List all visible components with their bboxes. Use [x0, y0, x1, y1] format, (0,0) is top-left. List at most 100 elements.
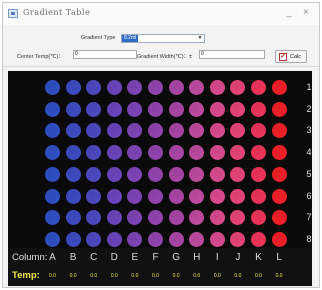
- well-F6[interactable]: [148, 188, 163, 204]
- well-G7[interactable]: [168, 210, 184, 226]
- well-F2[interactable]: [148, 101, 163, 117]
- close-button[interactable]: ×: [303, 7, 309, 19]
- well-I7[interactable]: [209, 210, 225, 226]
- well-H7[interactable]: [189, 210, 205, 226]
- well-C8[interactable]: [86, 231, 102, 247]
- well-A8[interactable]: [45, 231, 60, 247]
- well-D2[interactable]: [106, 101, 122, 117]
- well-E2[interactable]: [127, 101, 143, 117]
- well-F3[interactable]: [148, 123, 163, 139]
- gradient-width-input[interactable]: 0: [199, 50, 265, 59]
- well-D5[interactable]: [106, 166, 122, 182]
- well-J2[interactable]: [230, 101, 246, 117]
- well-K6[interactable]: [251, 188, 266, 204]
- well-F5[interactable]: [148, 166, 163, 182]
- well-J3[interactable]: [230, 123, 246, 139]
- well-G3[interactable]: [168, 123, 184, 139]
- well-J7[interactable]: [230, 210, 246, 226]
- well-E6[interactable]: [127, 188, 143, 204]
- well-B1[interactable]: [65, 80, 81, 95]
- well-A4[interactable]: [45, 145, 60, 161]
- well-D4[interactable]: [106, 145, 122, 161]
- well-K7[interactable]: [251, 210, 266, 226]
- well-H4[interactable]: [189, 145, 205, 161]
- well-L4[interactable]: [271, 145, 287, 161]
- well-J4[interactable]: [230, 145, 246, 161]
- well-D6[interactable]: [106, 188, 122, 204]
- well-J8[interactable]: [230, 231, 246, 247]
- well-J6[interactable]: [230, 188, 246, 204]
- center-temp-input[interactable]: 0: [73, 50, 137, 59]
- well-G6[interactable]: [168, 188, 184, 204]
- well-I6[interactable]: [209, 188, 225, 204]
- well-L3[interactable]: [271, 123, 287, 139]
- well-L6[interactable]: [271, 188, 287, 204]
- well-B8[interactable]: [65, 231, 81, 247]
- well-J1[interactable]: [230, 80, 246, 95]
- well-F7[interactable]: [148, 210, 163, 226]
- well-B5[interactable]: [65, 166, 81, 182]
- well-B6[interactable]: [65, 188, 81, 204]
- well-K1[interactable]: [251, 80, 266, 95]
- well-L7[interactable]: [271, 210, 287, 226]
- well-C3[interactable]: [86, 123, 102, 139]
- well-A5[interactable]: [45, 166, 60, 182]
- well-K2[interactable]: [251, 101, 266, 117]
- well-C1[interactable]: [86, 80, 102, 95]
- well-J5[interactable]: [230, 166, 246, 182]
- well-I3[interactable]: [209, 123, 225, 139]
- well-B2[interactable]: [65, 101, 81, 117]
- well-D3[interactable]: [106, 123, 122, 139]
- well-H2[interactable]: [189, 101, 205, 117]
- well-A7[interactable]: [45, 210, 60, 226]
- well-I1[interactable]: [209, 80, 225, 95]
- well-C5[interactable]: [86, 166, 102, 182]
- well-L5[interactable]: [271, 166, 287, 182]
- well-C7[interactable]: [86, 210, 102, 226]
- well-G1[interactable]: [168, 80, 184, 95]
- well-B7[interactable]: [65, 210, 81, 226]
- chevron-down-icon[interactable]: ▼: [196, 35, 204, 42]
- well-A3[interactable]: [45, 123, 60, 139]
- well-G2[interactable]: [168, 101, 184, 117]
- well-H6[interactable]: [189, 188, 205, 204]
- well-L2[interactable]: [271, 101, 287, 117]
- well-H3[interactable]: [189, 123, 205, 139]
- well-C2[interactable]: [86, 101, 102, 117]
- well-B4[interactable]: [65, 145, 81, 161]
- well-K4[interactable]: [251, 145, 266, 161]
- well-I4[interactable]: [209, 145, 225, 161]
- well-A1[interactable]: [45, 80, 60, 95]
- well-H8[interactable]: [189, 231, 205, 247]
- gradient-type-select[interactable]: 8.2ml ▼: [121, 34, 205, 43]
- calc-button[interactable]: ✓ Calc: [275, 50, 307, 63]
- minimize-button[interactable]: _: [286, 7, 292, 19]
- well-I2[interactable]: [209, 101, 225, 117]
- well-C6[interactable]: [86, 188, 102, 204]
- well-A6[interactable]: [45, 188, 60, 204]
- well-K3[interactable]: [251, 123, 266, 139]
- well-I5[interactable]: [209, 166, 225, 182]
- well-E7[interactable]: [127, 210, 143, 226]
- well-F1[interactable]: [148, 80, 163, 95]
- well-A2[interactable]: [45, 101, 60, 117]
- well-K8[interactable]: [251, 231, 266, 247]
- well-E5[interactable]: [127, 166, 143, 182]
- well-H5[interactable]: [189, 166, 205, 182]
- well-G4[interactable]: [168, 145, 184, 161]
- well-H1[interactable]: [189, 80, 205, 95]
- well-G5[interactable]: [168, 166, 184, 182]
- well-F8[interactable]: [148, 231, 163, 247]
- well-I8[interactable]: [209, 231, 225, 247]
- well-B3[interactable]: [65, 123, 81, 139]
- well-F4[interactable]: [148, 145, 163, 161]
- well-D1[interactable]: [106, 80, 122, 95]
- well-L8[interactable]: [271, 231, 287, 247]
- well-E1[interactable]: [127, 80, 143, 95]
- well-C4[interactable]: [86, 145, 102, 161]
- well-D8[interactable]: [106, 231, 122, 247]
- well-L1[interactable]: [271, 80, 287, 95]
- well-E3[interactable]: [127, 123, 143, 139]
- well-D7[interactable]: [106, 210, 122, 226]
- well-G8[interactable]: [168, 231, 184, 247]
